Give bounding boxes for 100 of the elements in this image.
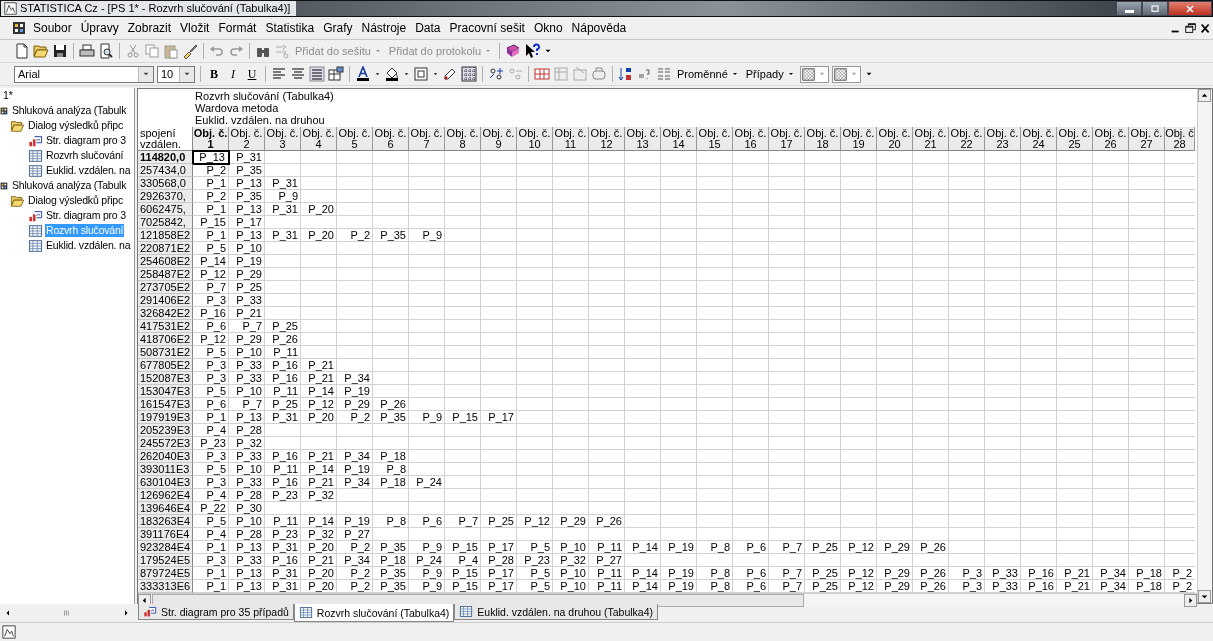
italic-button[interactable]: I xyxy=(225,66,241,82)
row-header[interactable]: 205239E3 xyxy=(138,424,193,437)
row-header[interactable]: 262040E3 xyxy=(138,450,193,463)
format-cells-icon[interactable] xyxy=(328,66,344,82)
column-header[interactable]: Obj. č. 11 xyxy=(553,127,589,151)
row-header[interactable]: 273705E2 xyxy=(138,281,193,294)
column-header[interactable]: Obj. č. 25 xyxy=(1057,127,1093,151)
pattern-dropdown[interactable] xyxy=(831,65,861,83)
column-header[interactable]: Obj. č. 9 xyxy=(481,127,517,151)
print-icon[interactable] xyxy=(79,43,95,59)
menu-item[interactable]: Úpravy xyxy=(76,21,123,35)
row-header[interactable]: 326842E2 xyxy=(138,307,193,320)
column-header[interactable]: Obj. č. 3 xyxy=(265,127,301,151)
row-header[interactable]: 139646E4 xyxy=(138,502,193,515)
column-header[interactable]: Obj. č. 7 xyxy=(409,127,445,151)
align-left-icon[interactable] xyxy=(271,66,287,82)
vertical-scrollbar[interactable] xyxy=(1197,89,1212,603)
column-header[interactable]: Obj. č. 14 xyxy=(661,127,697,151)
row-header[interactable]: 257434,0 xyxy=(138,164,193,177)
underline-button[interactable]: U xyxy=(244,66,260,82)
row-header[interactable]: 197919E3 xyxy=(138,411,193,424)
menu-item[interactable]: Data xyxy=(411,21,445,35)
align-center-icon[interactable] xyxy=(290,66,306,82)
bold-button[interactable]: B xyxy=(206,66,222,82)
row-header[interactable]: 183263E4 xyxy=(138,515,193,528)
row-header[interactable]: 245572E3 xyxy=(138,437,193,450)
font-size-dropdown[interactable]: 10 xyxy=(157,65,195,83)
column-header[interactable]: Obj. č. 1 xyxy=(193,127,229,151)
column-header[interactable]: Obj. č 28 xyxy=(1165,127,1195,151)
tree-item[interactable]: Euklid. vzdálen. na xyxy=(45,239,132,252)
align-justify-icon[interactable] xyxy=(309,66,325,82)
column-header[interactable]: Obj. č. 17 xyxy=(769,127,805,151)
tree-item[interactable]: Shluková analýza (Tabulk xyxy=(11,179,128,192)
menu-item[interactable]: Nápověda xyxy=(567,21,631,35)
mdi-restore-icon[interactable] xyxy=(1184,21,1198,35)
row-header[interactable]: 417531E2 xyxy=(138,320,193,333)
sheet-tab[interactable]: Rozvrh slučování (Tabulka4) xyxy=(293,604,455,622)
row-header[interactable]: 291406E2 xyxy=(138,294,193,307)
save-icon[interactable] xyxy=(52,43,68,59)
menu-item[interactable]: Statistika xyxy=(261,21,319,35)
column-header[interactable]: Obj. č. 15 xyxy=(697,127,733,151)
row-header[interactable]: 879724E5 xyxy=(138,567,193,580)
row-header[interactable]: 6062475, xyxy=(138,203,193,216)
column-header[interactable]: Obj. č. 10 xyxy=(517,127,553,151)
pattern-dropdown[interactable] xyxy=(799,65,829,83)
menu-item[interactable]: Okno xyxy=(529,21,567,35)
menu-item[interactable]: Soubor xyxy=(29,21,76,35)
column-header[interactable]: Obj. č. 27 xyxy=(1129,127,1165,151)
new-file-icon[interactable] xyxy=(14,43,30,59)
row-header[interactable]: 330568,0 xyxy=(138,177,193,190)
tree-item[interactable]: Str. diagram pro 3 xyxy=(45,134,127,147)
column-header[interactable]: Obj. č. 18 xyxy=(805,127,841,151)
column-header[interactable]: Obj. č. 21 xyxy=(913,127,949,151)
analysis-icon[interactable] xyxy=(12,20,28,36)
dropdown-button[interactable]: Případy xyxy=(743,68,797,80)
sheet-tab[interactable]: Euklid. vzdálen. na druhou (Tabulka4) xyxy=(454,604,658,620)
row-header[interactable]: 121858E2 xyxy=(138,229,193,242)
border-icon[interactable] xyxy=(413,66,429,82)
row-header[interactable]: 126962E4 xyxy=(138,489,193,502)
column-header[interactable]: Obj. č. 12 xyxy=(589,127,625,151)
fill-color-icon[interactable] xyxy=(384,66,400,82)
grid-icon[interactable] xyxy=(461,66,477,82)
column-header[interactable]: Obj. č. 23 xyxy=(985,127,1021,151)
column-header[interactable]: Obj. č. 22 xyxy=(949,127,985,151)
row-header[interactable]: 161547E3 xyxy=(138,398,193,411)
row-header[interactable]: 2926370, xyxy=(138,190,193,203)
row-header[interactable]: 179524E5 xyxy=(138,554,193,567)
column-header[interactable]: Obj. č. 4 xyxy=(301,127,337,151)
row-header[interactable]: 152087E3 xyxy=(138,372,193,385)
tree-item[interactable]: Str. diagram pro 3 xyxy=(45,209,127,222)
tree-item[interactable]: Dialog výsledků připc xyxy=(27,119,124,132)
row-header[interactable]: 677805E2 xyxy=(138,359,193,372)
sort-icon[interactable] xyxy=(618,66,634,82)
open-folder-icon[interactable] xyxy=(33,43,49,59)
print-preview-icon[interactable] xyxy=(98,43,114,59)
column-header[interactable]: Obj. č. 16 xyxy=(733,127,769,151)
column-header[interactable]: Obj. č. 24 xyxy=(1021,127,1057,151)
help-pointer-icon[interactable] xyxy=(524,43,541,59)
row-header[interactable]: 393011E3 xyxy=(138,463,193,476)
brush-icon[interactable] xyxy=(182,43,198,59)
column-header[interactable]: Obj. č. 5 xyxy=(337,127,373,151)
close-button[interactable] xyxy=(1168,1,1212,16)
column-header[interactable]: Obj. č. 20 xyxy=(877,127,913,151)
tree-item[interactable]: 1* xyxy=(2,89,14,102)
font-dropdown[interactable]: Arial xyxy=(14,65,154,83)
menu-item[interactable]: Vložit xyxy=(176,21,214,35)
column-header[interactable]: Obj. č. 8 xyxy=(445,127,481,151)
row-header[interactable]: 923284E4 xyxy=(138,541,193,554)
row-header[interactable]: 418706E2 xyxy=(138,333,193,346)
tree-item[interactable]: Euklid. vzdálen. na xyxy=(45,164,132,177)
tree-item[interactable]: Dialog výsledků připc xyxy=(27,194,124,207)
row-header[interactable]: 254608E2 xyxy=(138,255,193,268)
row-header[interactable]: 220871E2 xyxy=(138,242,193,255)
row-header[interactable]: 153047E3 xyxy=(138,385,193,398)
menu-item[interactable]: Grafy xyxy=(319,21,357,35)
table-split-icon[interactable] xyxy=(534,66,550,82)
text-color-icon[interactable] xyxy=(355,66,371,82)
tree-item[interactable]: Rozvrh slučování xyxy=(45,149,125,162)
row-header[interactable]: 7025842, xyxy=(138,216,193,229)
menu-item[interactable]: Zobrazit xyxy=(123,21,176,35)
